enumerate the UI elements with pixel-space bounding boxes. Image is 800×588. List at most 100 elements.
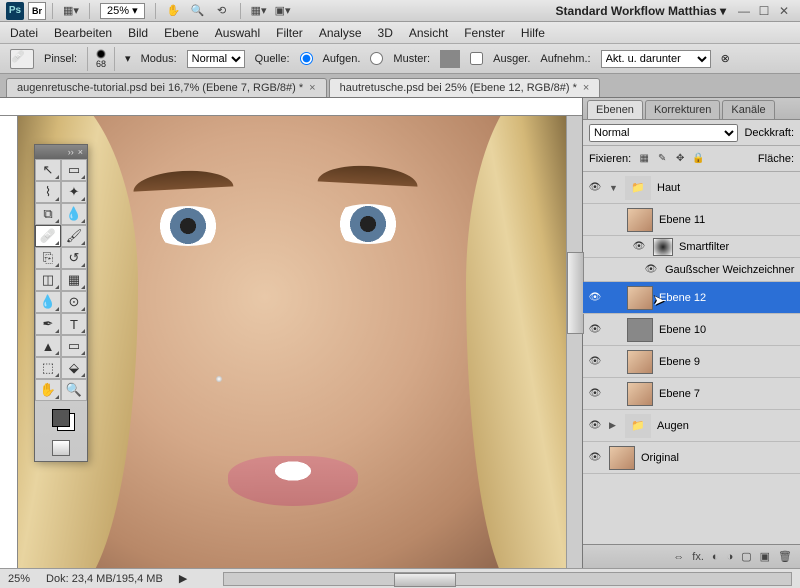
doc-tab-1[interactable]: augenretusche-tutorial.psd bei 16,7% (Eb…: [6, 78, 327, 97]
layer-ebene11[interactable]: Ebene 11: [583, 204, 800, 236]
maximize-button[interactable]: ☐: [754, 4, 774, 18]
visibility-toggle[interactable]: [587, 418, 603, 434]
horizontal-scrollbar[interactable]: [223, 572, 792, 586]
new-group-icon[interactable]: ▢: [741, 550, 751, 563]
source-pattern-radio[interactable]: [370, 52, 383, 65]
healing-brush-tool[interactable]: 🩹: [35, 225, 61, 247]
marquee-tool[interactable]: ▭: [61, 159, 87, 181]
visibility-toggle[interactable]: [587, 322, 603, 338]
lock-all-icon[interactable]: 🔒: [691, 152, 705, 166]
move-tool[interactable]: ↖: [35, 159, 61, 181]
mode-select[interactable]: Normal: [187, 50, 245, 68]
lasso-tool[interactable]: ⌇: [35, 181, 61, 203]
wand-tool[interactable]: ✦: [61, 181, 87, 203]
hand-tool[interactable]: ✋: [35, 379, 61, 401]
arrange-docs-icon[interactable]: ▦▾: [249, 2, 269, 20]
pen-tool[interactable]: ✒: [35, 313, 61, 335]
tab-ebenen[interactable]: Ebenen: [587, 100, 643, 119]
close-panel-icon[interactable]: ×: [78, 147, 83, 157]
canvas[interactable]: [18, 116, 566, 568]
zoom-tool-icon[interactable]: 🔍: [188, 2, 208, 20]
visibility-toggle[interactable]: [587, 212, 603, 228]
layer-ebene10[interactable]: Ebene 10: [583, 314, 800, 346]
layer-ebene12[interactable]: Ebene 12 ➤: [583, 282, 800, 314]
stamp-tool[interactable]: ⎘: [35, 247, 61, 269]
vertical-scrollbar[interactable]: [566, 116, 582, 568]
zoom-level-dropdown[interactable]: 25% ▾: [100, 3, 145, 19]
layer-group-augen[interactable]: ▶ 📁 Augen: [583, 410, 800, 442]
toolbox-header[interactable]: ›› ×: [35, 145, 87, 159]
foreground-color[interactable]: [52, 409, 70, 427]
rotate-view-icon[interactable]: ⟲: [212, 2, 232, 20]
layer-ebene7[interactable]: Ebene 7: [583, 378, 800, 410]
quick-mask[interactable]: [35, 435, 87, 461]
lock-pixels-icon[interactable]: ✎: [655, 152, 669, 166]
menu-bearbeiten[interactable]: Bearbeiten: [54, 26, 112, 40]
status-dropdown-icon[interactable]: ▶: [179, 572, 187, 585]
layer-mask-icon[interactable]: ◐: [712, 551, 719, 563]
history-brush-tool[interactable]: ↺: [61, 247, 87, 269]
menu-ansicht[interactable]: Ansicht: [409, 26, 448, 40]
layer-gaussblur[interactable]: Gaußscher Weichzeichner: [583, 258, 800, 282]
view-extras-icon[interactable]: ▦▾: [61, 2, 81, 20]
brush-dropdown-icon[interactable]: ▾: [125, 52, 131, 65]
3d-camera-tool[interactable]: ⬙: [61, 357, 87, 379]
layer-ebene9[interactable]: Ebene 9: [583, 346, 800, 378]
menu-filter[interactable]: Filter: [276, 26, 303, 40]
zoom-tool[interactable]: 🔍: [61, 379, 87, 401]
dodge-tool[interactable]: ⊙: [61, 291, 87, 313]
close-button[interactable]: ✕: [774, 4, 794, 18]
menu-datei[interactable]: Datei: [10, 26, 38, 40]
eraser-tool[interactable]: ◫: [35, 269, 61, 291]
visibility-toggle[interactable]: [643, 262, 659, 278]
menu-fenster[interactable]: Fenster: [464, 26, 505, 40]
lock-position-icon[interactable]: ✥: [673, 152, 687, 166]
link-layers-icon[interactable]: ⇔: [673, 551, 684, 563]
layer-fx-icon[interactable]: fx.: [692, 551, 704, 563]
current-tool-icon[interactable]: 🩹: [10, 49, 34, 69]
source-sampled-radio[interactable]: [300, 52, 313, 65]
blend-mode-select[interactable]: Normal: [589, 124, 738, 142]
menu-3d[interactable]: 3D: [378, 26, 393, 40]
visibility-toggle[interactable]: [587, 290, 603, 306]
status-doc-size[interactable]: Dok: 23,4 MB/195,4 MB: [46, 573, 163, 585]
layer-smartfilter[interactable]: Smartfilter: [583, 236, 800, 258]
path-select-tool[interactable]: ▲: [35, 335, 61, 357]
new-layer-icon[interactable]: ▣: [760, 550, 770, 563]
menu-bild[interactable]: Bild: [128, 26, 148, 40]
visibility-toggle[interactable]: [587, 180, 603, 196]
screen-mode-icon[interactable]: ▣▾: [273, 2, 293, 20]
horizontal-ruler[interactable]: [0, 98, 582, 116]
hand-tool-icon[interactable]: ✋: [164, 2, 184, 20]
lock-transparent-icon[interactable]: ▦: [637, 152, 651, 166]
pattern-swatch[interactable]: [440, 50, 460, 68]
aligned-checkbox[interactable]: [470, 52, 483, 65]
tab-kanale[interactable]: Kanäle: [722, 100, 774, 119]
visibility-toggle[interactable]: [587, 354, 603, 370]
layer-original[interactable]: Original: [583, 442, 800, 474]
doc-tab-2[interactable]: hautretusche.psd bei 25% (Ebene 12, RGB/…: [329, 78, 601, 97]
status-zoom[interactable]: 25%: [8, 573, 30, 585]
type-tool[interactable]: T: [61, 313, 87, 335]
menu-auswahl[interactable]: Auswahl: [215, 26, 260, 40]
delete-layer-icon[interactable]: 🗑: [778, 550, 792, 563]
blur-tool[interactable]: 💧: [35, 291, 61, 313]
visibility-toggle[interactable]: [631, 239, 647, 255]
eyedropper-tool[interactable]: 💧: [61, 203, 87, 225]
tab-korrekturen[interactable]: Korrekturen: [645, 100, 720, 119]
expand-icon[interactable]: ▶: [609, 420, 619, 431]
expand-icon[interactable]: ▼: [609, 183, 619, 193]
close-tab-icon[interactable]: ×: [309, 82, 315, 94]
menu-ebene[interactable]: Ebene: [164, 26, 199, 40]
collapse-icon[interactable]: ››: [68, 147, 74, 157]
close-tab-icon[interactable]: ×: [583, 82, 589, 94]
shape-tool[interactable]: ▭: [61, 335, 87, 357]
brush-picker[interactable]: 68: [87, 47, 115, 71]
layer-group-haut[interactable]: ▼ 📁 Haut: [583, 172, 800, 204]
visibility-toggle[interactable]: [587, 386, 603, 402]
menu-hilfe[interactable]: Hilfe: [521, 26, 545, 40]
sample-select[interactable]: Akt. u. darunter: [601, 50, 711, 68]
photoshop-icon[interactable]: Ps: [6, 2, 24, 20]
minimize-button[interactable]: —: [734, 4, 754, 18]
crop-tool[interactable]: ⧉: [35, 203, 61, 225]
